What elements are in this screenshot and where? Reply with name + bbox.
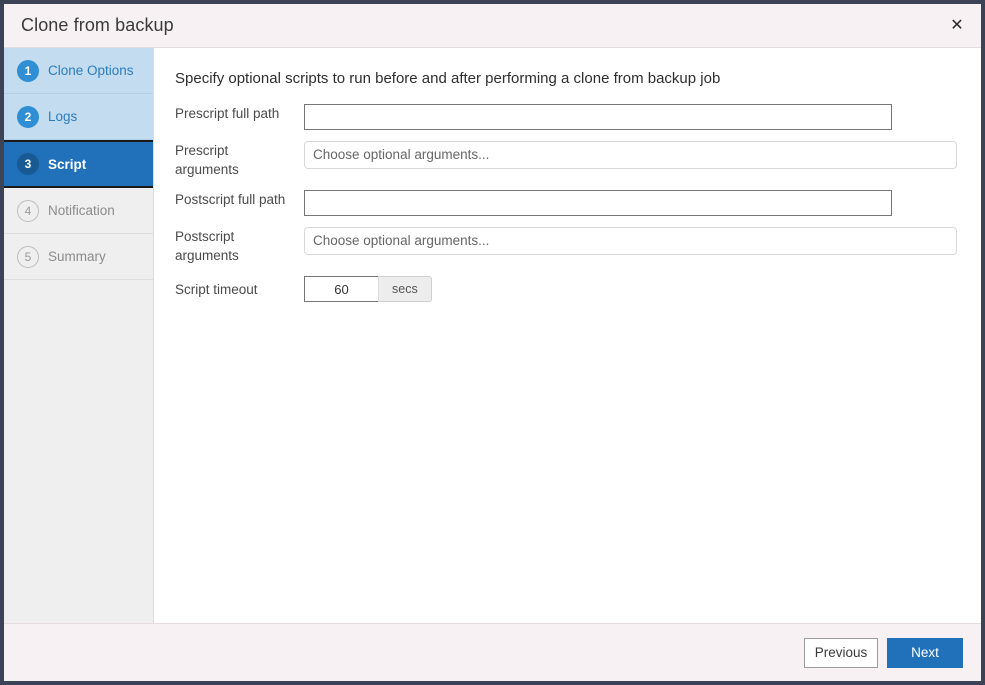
sidebar-step-summary[interactable]: 5 Summary [4,234,153,280]
sidebar-step-label: Notification [48,203,115,218]
sidebar-step-notification[interactable]: 4 Notification [4,188,153,234]
wizard-content-script: Specify optional scripts to run before a… [154,48,981,623]
script-timeout-group: secs [304,276,432,302]
previous-button[interactable]: Previous [804,638,878,668]
prescript-arguments-label-line1: Prescript [175,143,228,158]
sidebar-step-logs[interactable]: 2 Logs [4,94,153,140]
clone-from-backup-dialog: Clone from backup ✕ 1 Clone Options 2 Lo… [0,0,985,685]
sidebar-step-label: Clone Options [48,63,134,78]
field-row-postscript-path: Postscript full path [175,190,981,216]
script-timeout-label: Script timeout [175,280,304,299]
sidebar-step-clone-options[interactable]: 1 Clone Options [4,48,153,94]
field-row-prescript-path: Prescript full path [175,104,981,130]
next-button[interactable]: Next [887,638,963,668]
dialog-title: Clone from backup [21,15,174,36]
dialog-footer: Previous Next [4,623,981,681]
postscript-path-label: Postscript full path [175,190,304,209]
step-number-badge: 4 [17,200,39,222]
postscript-arguments-label-line1: Postscript [175,229,234,244]
page-title: Specify optional scripts to run before a… [154,48,981,87]
step-number-badge: 3 [17,153,39,175]
sidebar-step-label: Script [48,157,86,172]
postscript-arguments-label-line2: arguments [175,246,304,265]
postscript-arguments-label: Postscript arguments [175,227,304,265]
prescript-arguments-label: Prescript arguments [175,141,304,179]
script-timeout-unit: secs [378,276,432,302]
script-timeout-input[interactable] [304,276,378,302]
prescript-arguments-label-line2: arguments [175,160,304,179]
prescript-path-label: Prescript full path [175,104,304,123]
field-row-postscript-arguments: Postscript arguments Choose optional arg… [175,227,981,265]
field-row-script-timeout: Script timeout secs [175,276,981,302]
close-icon[interactable]: ✕ [945,14,969,38]
prescript-full-path-input[interactable] [304,104,892,130]
prescript-arguments-select[interactable]: Choose optional arguments... [304,141,957,169]
wizard-step-sidebar: 1 Clone Options 2 Logs 3 Script 4 Notifi… [4,48,154,623]
dialog-titlebar: Clone from backup ✕ [4,4,981,48]
postscript-full-path-input[interactable] [304,190,892,216]
postscript-arguments-select[interactable]: Choose optional arguments... [304,227,957,255]
sidebar-step-script[interactable]: 3 Script [4,140,153,188]
step-number-badge: 2 [17,106,39,128]
dialog-body: 1 Clone Options 2 Logs 3 Script 4 Notifi… [4,48,981,623]
sidebar-step-label: Summary [48,249,106,264]
step-number-badge: 1 [17,60,39,82]
sidebar-step-label: Logs [48,109,77,124]
field-row-prescript-arguments: Prescript arguments Choose optional argu… [175,141,981,179]
step-number-badge: 5 [17,246,39,268]
script-form: Prescript full path Prescript arguments … [154,104,981,302]
